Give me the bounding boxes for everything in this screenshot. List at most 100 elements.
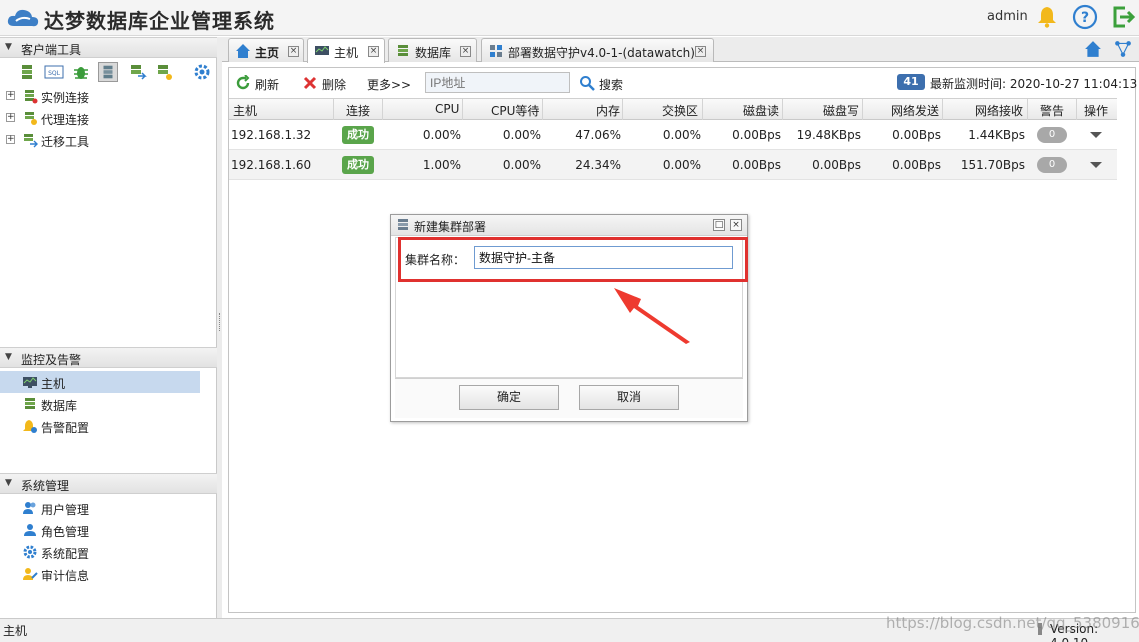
nav-item-role-manage[interactable]: 角色管理 xyxy=(0,519,200,541)
cell-disk-write: 0.00Bps xyxy=(812,158,861,172)
home-nav-icon[interactable] xyxy=(1084,40,1102,58)
tab-label: 主机 xyxy=(334,46,359,60)
nav-item-label: 数据库 xyxy=(41,399,78,413)
tab-label: 数据库 xyxy=(415,46,452,60)
system-section-header[interactable]: ▼ 系统管理 xyxy=(0,473,217,494)
cell-net-send: 0.00Bps xyxy=(892,128,941,142)
search-label: 搜索 xyxy=(599,78,624,92)
tree-item-label: 代理连接 xyxy=(41,113,90,127)
client-tools-header[interactable]: ▼ 客户端工具 xyxy=(0,37,217,58)
cell-swap: 0.00% xyxy=(662,158,701,172)
alarm-count-pill[interactable]: 0 xyxy=(1037,157,1067,173)
database-icon xyxy=(398,45,408,56)
ip-search-input[interactable] xyxy=(425,72,570,93)
nav-item-system-config[interactable]: 系统配置 xyxy=(0,541,200,563)
more-label: 更多>> xyxy=(367,78,412,92)
col-memory[interactable]: 内存 xyxy=(596,102,620,119)
tab-deploy-datawatch[interactable]: 部署数据守护v4.0-1-(datawatch) × xyxy=(481,38,714,62)
close-icon[interactable]: × xyxy=(460,46,471,57)
alarm-count-pill[interactable]: 0 xyxy=(1037,127,1067,143)
col-disk-read[interactable]: 磁盘读 xyxy=(743,102,779,119)
cluster-icon xyxy=(398,219,408,230)
nav-item-label: 角色管理 xyxy=(41,525,90,539)
sql-tool-icon[interactable]: SQL xyxy=(44,62,64,82)
nav-item-user-manage[interactable]: 用户管理 xyxy=(0,497,200,519)
col-host[interactable]: 主机 xyxy=(233,102,257,119)
monitor-section-label: 监控及告警 xyxy=(21,353,82,367)
maximize-icon[interactable]: □ xyxy=(713,219,725,231)
splitter-grip[interactable] xyxy=(219,313,220,331)
debug-bug-icon[interactable] xyxy=(71,62,91,82)
cell-disk-write: 19.48KBps xyxy=(796,128,861,142)
search-icon xyxy=(580,76,595,91)
col-cpu-wait[interactable]: CPU等待 xyxy=(491,102,539,119)
close-icon[interactable]: × xyxy=(368,46,379,57)
expand-plus-icon[interactable]: + xyxy=(6,91,15,100)
svg-text:?: ? xyxy=(1081,10,1089,26)
monitor-section-header[interactable]: ▼ 监控及告警 xyxy=(0,347,217,368)
col-swap[interactable]: 交换区 xyxy=(662,102,698,119)
instance-tool-icon[interactable] xyxy=(17,62,37,82)
nav-item-label: 系统配置 xyxy=(41,547,90,561)
settings-gear-icon[interactable] xyxy=(192,62,212,82)
table-row[interactable]: 192.168.1.32 成功 0.00% 0.00% 47.06% 0.00%… xyxy=(229,120,1117,150)
sync-tool-icon[interactable] xyxy=(154,62,174,82)
tree-item-proxy[interactable]: + 代理连接 xyxy=(0,107,217,129)
nav-item-host[interactable]: 主机 xyxy=(0,371,200,393)
logout-icon[interactable] xyxy=(1110,4,1136,30)
refresh-label: 刷新 xyxy=(255,78,280,92)
tree-item-instance[interactable]: + 实例连接 xyxy=(0,85,217,107)
cell-cpu: 0.00% xyxy=(422,128,461,142)
expand-plus-icon[interactable]: + xyxy=(6,113,15,122)
col-cpu[interactable]: CPU xyxy=(435,102,459,116)
tab-host[interactable]: 主机 × xyxy=(307,38,385,63)
col-net-recv[interactable]: 网络接收 xyxy=(975,102,1023,119)
network-icon[interactable] xyxy=(1114,40,1132,58)
col-operation[interactable]: 操作 xyxy=(1084,102,1108,119)
col-alarm[interactable]: 警告 xyxy=(1040,102,1064,119)
close-icon[interactable]: × xyxy=(695,46,706,57)
ok-button[interactable]: 确定 xyxy=(459,385,559,410)
cell-memory: 24.34% xyxy=(575,158,621,172)
cluster-name-input[interactable] xyxy=(474,246,733,269)
cell-swap: 0.00% xyxy=(662,128,701,142)
user-name[interactable]: admin xyxy=(987,9,1028,24)
status-current-view: 主机 xyxy=(3,624,28,638)
expand-plus-icon[interactable]: + xyxy=(6,135,15,144)
help-icon[interactable]: ? xyxy=(1072,4,1098,30)
gear-icon xyxy=(23,545,37,559)
table-row[interactable]: 192.168.1.60 成功 1.00% 0.00% 24.34% 0.00%… xyxy=(229,150,1117,180)
db-tool-icon[interactable] xyxy=(98,62,118,82)
tab-home[interactable]: 主页 × xyxy=(228,38,304,62)
bell-icon[interactable] xyxy=(1034,4,1060,30)
search-button[interactable]: 搜索 xyxy=(577,72,633,94)
cancel-button[interactable]: 取消 xyxy=(579,385,679,410)
tree-item-migration[interactable]: + 迁移工具 xyxy=(0,129,217,151)
home-icon xyxy=(236,44,250,58)
role-icon xyxy=(24,524,36,536)
nav-item-database[interactable]: 数据库 xyxy=(0,393,200,415)
cloud-logo-icon xyxy=(7,9,39,27)
dialog-title: 新建集群部署 xyxy=(414,220,487,234)
tab-database[interactable]: 数据库 × xyxy=(388,38,477,62)
nav-item-alarm-config[interactable]: 告警配置 xyxy=(0,415,200,437)
transfer-tool-icon[interactable] xyxy=(127,62,147,82)
close-icon[interactable]: × xyxy=(730,219,742,231)
nav-item-audit-info[interactable]: 审计信息 xyxy=(0,563,200,585)
nav-item-label: 主机 xyxy=(41,377,66,391)
close-icon[interactable]: × xyxy=(288,46,299,57)
col-net-send[interactable]: 网络发送 xyxy=(891,102,939,119)
host-monitor-icon xyxy=(315,46,329,55)
tab-label: 部署数据守护v4.0-1-(datawatch) xyxy=(508,46,695,60)
tab-label: 主页 xyxy=(255,46,280,60)
col-connection[interactable]: 连接 xyxy=(346,102,370,119)
col-disk-write[interactable]: 磁盘写 xyxy=(823,102,859,119)
row-menu-dropdown-icon[interactable] xyxy=(1090,162,1102,168)
cell-cpu-wait: 0.00% xyxy=(502,158,541,172)
refresh-button[interactable]: 刷新 xyxy=(233,72,289,94)
cell-cpu-wait: 0.00% xyxy=(502,128,541,142)
row-menu-dropdown-icon[interactable] xyxy=(1090,132,1102,138)
cell-disk-read: 0.00Bps xyxy=(732,158,781,172)
more-button[interactable]: 更多>> xyxy=(345,72,415,94)
cell-disk-read: 0.00Bps xyxy=(732,128,781,142)
